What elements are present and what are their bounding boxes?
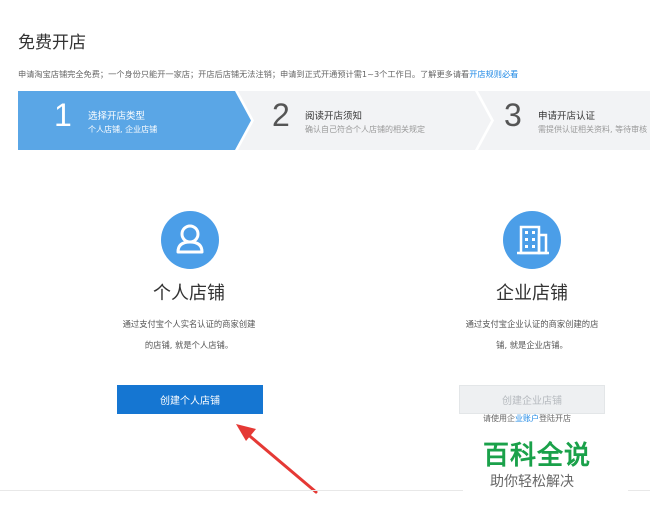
person-icon: [161, 211, 219, 269]
enterprise-store-description: 通过支付宝企业认证的商家创建的店 铺, 就是企业店铺。: [432, 314, 632, 356]
step-1-subtitle: 个人店铺, 企业店铺: [88, 125, 158, 134]
intro-text: 申请淘宝店铺完全免费；一个身份只能开一家店；开店后店铺无法注销；申请到正式开通预…: [18, 68, 518, 80]
step-progress-bar: 1 选择开店类型 个人店铺, 企业店铺 2 阅读开店须知 确认自己符合个人店铺的…: [18, 91, 650, 150]
intro-description: 申请淘宝店铺完全免费；一个身份只能开一家店；开店后店铺无法注销；申请到正式开通预…: [18, 69, 470, 79]
open-store-page: 免费开店 申请淘宝店铺完全免费；一个身份只能开一家店；开店后店铺无法注销；申请到…: [0, 0, 650, 525]
store-rules-link[interactable]: 开店规则必看: [469, 69, 518, 79]
step-3-number: 3: [504, 97, 522, 133]
enterprise-desc-line-1: 通过支付宝企业认证的商家创建的店: [465, 319, 599, 329]
step-1-title: 选择开店类型: [88, 111, 146, 122]
step-2-title: 阅读开店须知: [305, 111, 363, 122]
personal-store-description: 通过支付宝个人实名认证的商家创建 的店铺, 就是个人店铺。: [89, 314, 289, 356]
enterprise-note-suffix: 登陆开店: [539, 414, 571, 423]
personal-desc-line-2: 的店铺, 就是个人店铺。: [144, 340, 234, 350]
watermark-title: 百科全说: [483, 441, 592, 471]
personal-desc-line-1: 通过支付宝个人实名认证的商家创建: [122, 319, 256, 329]
step-3-subtitle: 需提供认证相关资料, 等待审核: [538, 125, 648, 134]
step-2-number: 2: [272, 97, 290, 133]
create-enterprise-store-button[interactable]: 创建企业店铺: [459, 385, 605, 414]
building-icon: [503, 211, 561, 269]
watermark-subtitle: 助你轻松解决: [490, 474, 574, 490]
personal-store-name: 个人店铺: [153, 283, 225, 304]
step-1-number: 1: [54, 97, 72, 133]
enterprise-store-name: 企业店铺: [496, 283, 568, 304]
baike-watermark: 百科全说 助你轻松解决: [463, 431, 628, 501]
step-2-subtitle: 确认自己符合个人店铺的相关规定: [305, 125, 425, 134]
enterprise-account-link[interactable]: 业账户: [515, 414, 539, 423]
enterprise-desc-line-2: 铺, 就是企业店铺。: [496, 340, 568, 350]
create-personal-store-button[interactable]: 创建个人店铺: [117, 385, 263, 414]
enterprise-account-note: 请使用企业账户登陆开店: [483, 413, 571, 424]
enterprise-note-prefix: 请使用企: [483, 414, 515, 423]
step-3-title: 申请开店认证: [538, 111, 596, 122]
page-title: 免费开店: [18, 33, 86, 53]
